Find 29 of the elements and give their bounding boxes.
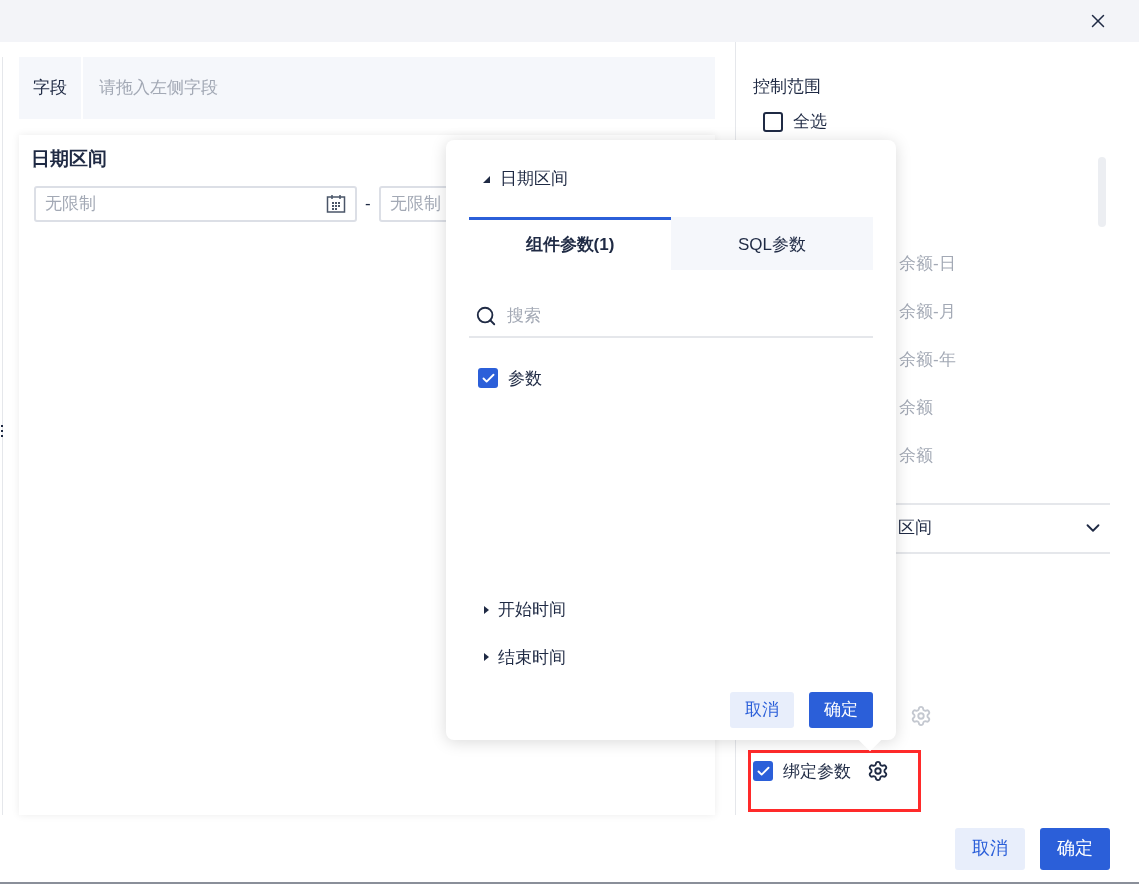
calendar-icon xyxy=(326,193,346,214)
search-input[interactable]: 搜索 xyxy=(507,302,873,329)
start-date-field[interactable]: 无限制 xyxy=(34,185,357,222)
tab[interactable]: SQL参数 xyxy=(671,216,873,270)
more-handle-icon[interactable] xyxy=(1,425,3,437)
checkbox[interactable] xyxy=(753,761,773,782)
end-date-input[interactable]: 无限制 xyxy=(389,190,540,217)
param-label: 参数 xyxy=(508,367,542,390)
start-date-input[interactable]: 无限制 xyxy=(45,190,245,217)
select-all-label: 全选 xyxy=(793,111,827,132)
group-label[interactable]: 结束时间 xyxy=(498,644,566,670)
widget-title: 日期区间 xyxy=(31,147,108,171)
field-placeholder: 请拖入左侧字段 xyxy=(98,77,218,100)
settings-icon[interactable] xyxy=(867,760,889,783)
search-icon xyxy=(475,304,497,327)
checkbox[interactable] xyxy=(478,368,498,389)
confirm-button[interactable]: 确定 xyxy=(809,692,873,728)
section-title: 控制范围 xyxy=(753,76,822,98)
popover-title[interactable]: 日期区间 xyxy=(500,166,568,192)
field-drop-zone[interactable]: 字段 请拖入左侧字段 xyxy=(19,57,715,119)
confirm-button[interactable]: 确定 xyxy=(1040,827,1110,870)
search-field[interactable]: 搜索 xyxy=(469,295,873,338)
field-label: 字段 xyxy=(19,57,83,119)
group-label[interactable]: 开始时间 xyxy=(498,597,566,623)
cancel-button[interactable]: 取消 xyxy=(730,692,794,728)
range-separator: - xyxy=(365,192,371,215)
cancel-button[interactable]: 取消 xyxy=(955,827,1025,870)
bind-param-label: 绑定参数 xyxy=(783,760,851,783)
checkbox[interactable] xyxy=(763,111,783,132)
